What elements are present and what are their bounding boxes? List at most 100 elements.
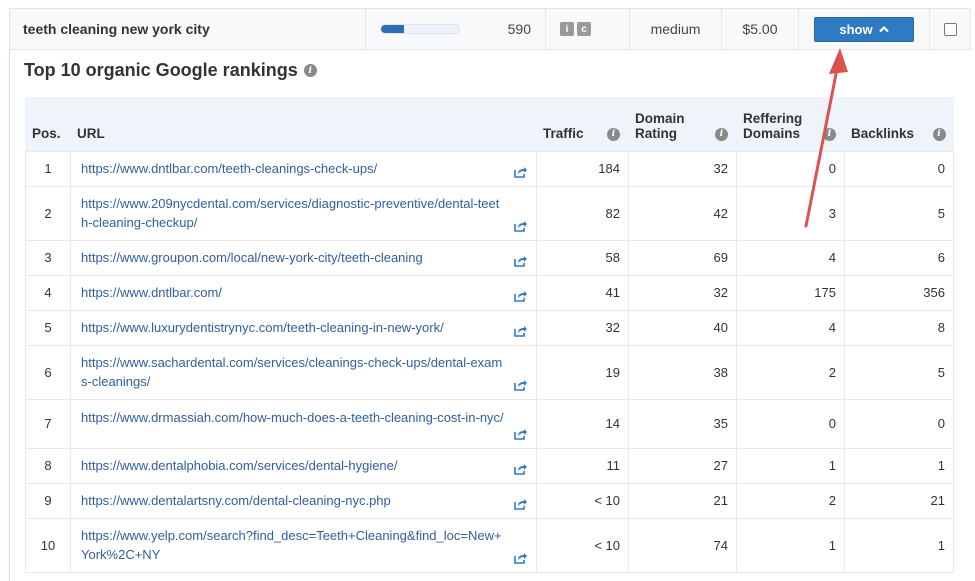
external-link-icon[interactable]: [514, 379, 527, 391]
cell-pos: 5: [25, 309, 71, 346]
external-link-icon[interactable]: [514, 290, 527, 302]
select-checkbox[interactable]: [943, 22, 957, 36]
cell-url: https://www.drmassiah.com/how-much-does-…: [70, 398, 537, 449]
url-link[interactable]: https://www.drmassiah.com/how-much-does-…: [81, 410, 504, 425]
external-link-icon[interactable]: [514, 463, 527, 475]
intent-tag-commercial: c: [577, 22, 591, 36]
info-icon[interactable]: i: [715, 127, 728, 141]
cell-pos: 10: [25, 517, 71, 573]
cell-traffic: < 10: [536, 517, 629, 573]
cell-backlinks: 5: [844, 344, 954, 400]
keyword-name: teeth cleaning new york city: [10, 9, 366, 49]
cell-traffic: 184: [536, 150, 629, 187]
cell-referring-domains: 3: [736, 185, 845, 241]
header-pos: Pos.: [25, 97, 71, 151]
cell-domain-rating: 69: [628, 239, 737, 276]
cell-backlinks: 1: [844, 517, 954, 573]
cell-domain-rating: 74: [628, 517, 737, 573]
url-link[interactable]: https://www.luxurydentistrynyc.com/teeth…: [81, 320, 444, 335]
cell-url: https://www.dentalphobia.com/services/de…: [70, 447, 537, 484]
cell-traffic: < 10: [536, 482, 629, 519]
cell-traffic: 82: [536, 185, 629, 241]
cell-pos: 2: [25, 185, 71, 241]
info-icon[interactable]: i: [823, 127, 836, 141]
show-button[interactable]: show: [814, 16, 914, 42]
cell-pos: 7: [25, 398, 71, 449]
external-link-icon[interactable]: [514, 552, 527, 564]
url-link[interactable]: https://www.dentalphobia.com/services/de…: [81, 458, 398, 473]
cell-referring-domains: 2: [736, 482, 845, 519]
table-row: 8 https://www.dentalphobia.com/services/…: [25, 447, 954, 484]
cell-pos: 8: [25, 447, 71, 484]
cell-url: https://www.groupon.com/local/new-york-c…: [70, 239, 537, 276]
cpc: $5.00: [722, 9, 799, 49]
show-button-label: show: [839, 21, 873, 37]
cell-url: https://www.dentalartsny.com/dental-clea…: [70, 482, 537, 519]
external-link-icon[interactable]: [514, 325, 527, 337]
cell-referring-domains: 175: [736, 274, 845, 311]
table-row: 7 https://www.drmassiah.com/how-much-doe…: [25, 398, 954, 449]
cell-referring-domains: 0: [736, 150, 845, 187]
url-link[interactable]: https://www.dntlbar.com/: [81, 285, 222, 300]
cell-traffic: 41: [536, 274, 629, 311]
panel-title-text: Top 10 organic Google rankings: [24, 60, 298, 80]
table-row: 3 https://www.groupon.com/local/new-york…: [25, 239, 954, 276]
external-link-icon[interactable]: [514, 220, 527, 232]
cell-backlinks: 1: [844, 447, 954, 484]
cell-domain-rating: 42: [628, 185, 737, 241]
cell-pos: 3: [25, 239, 71, 276]
cell-backlinks: 0: [844, 150, 954, 187]
cell-traffic: 58: [536, 239, 629, 276]
cell-pos: 6: [25, 344, 71, 400]
external-link-icon[interactable]: [514, 498, 527, 510]
external-link-icon[interactable]: [514, 428, 527, 440]
rankings-table: Pos. URL Traffic i Domain Rating i Refferin…: [25, 97, 954, 573]
cell-url: https://www.dntlbar.com/: [70, 274, 537, 311]
cell-domain-rating: 38: [628, 344, 737, 400]
table-row: 2 https://www.209nycdental.com/services/…: [25, 185, 954, 241]
cell-traffic: 32: [536, 309, 629, 346]
cell-domain-rating: 32: [628, 150, 737, 187]
info-icon[interactable]: i: [303, 64, 317, 77]
cell-pos: 9: [25, 482, 71, 519]
url-link[interactable]: https://www.dentalartsny.com/dental-clea…: [81, 493, 391, 508]
table-row: 6 https://www.sachardental.com/services/…: [25, 344, 954, 400]
cell-traffic: 11: [536, 447, 629, 484]
info-icon[interactable]: i: [932, 127, 946, 141]
cell-backlinks: 356: [844, 274, 954, 311]
table-row: 10 https://www.yelp.com/search?find_desc…: [25, 517, 954, 573]
cell-backlinks: 6: [844, 239, 954, 276]
url-link[interactable]: https://www.yelp.com/search?find_desc=Te…: [81, 528, 502, 562]
url-link[interactable]: https://www.dntlbar.com/teeth-cleanings-…: [81, 161, 377, 176]
cell-url: https://www.yelp.com/search?find_desc=Te…: [70, 517, 537, 573]
url-link[interactable]: https://www.sachardental.com/services/cl…: [81, 355, 502, 389]
url-link[interactable]: https://www.groupon.com/local/new-york-c…: [81, 250, 423, 265]
cell-referring-domains: 1: [736, 447, 845, 484]
url-link[interactable]: https://www.209nycdental.com/services/di…: [81, 196, 499, 230]
external-link-icon[interactable]: [514, 166, 527, 178]
cell-backlinks: 21: [844, 482, 954, 519]
info-icon[interactable]: i: [607, 127, 620, 141]
cell-url: https://www.209nycdental.com/services/di…: [70, 185, 537, 241]
table-row: 5 https://www.luxurydentistrynyc.com/tee…: [25, 309, 954, 346]
table-row: 1 https://www.dntlbar.com/teeth-cleaning…: [25, 150, 954, 187]
select-cell: [930, 9, 970, 49]
header-traffic: Traffic i: [536, 97, 629, 151]
header-backlinks: Backlinks i: [844, 97, 954, 151]
cell-url: https://www.sachardental.com/services/cl…: [70, 344, 537, 400]
keyword-row: teeth cleaning new york city 590 i c med…: [9, 8, 971, 50]
show-cell: show: [799, 9, 930, 49]
panel-title: Top 10 organic Google rankings i: [24, 60, 317, 81]
cell-backlinks: 8: [844, 309, 954, 346]
cell-backlinks: 0: [844, 398, 954, 449]
volume-value: 590: [507, 21, 531, 37]
competition: medium: [630, 9, 722, 49]
cell-backlinks: 5: [844, 185, 954, 241]
cell-domain-rating: 21: [628, 482, 737, 519]
volume-bar-fill: [381, 25, 405, 33]
cell-url: https://www.dntlbar.com/teeth-cleanings-…: [70, 150, 537, 187]
volume-bar: [380, 24, 460, 34]
header-referring-domains: Reffering Domains i: [736, 97, 845, 151]
external-link-icon[interactable]: [514, 255, 527, 267]
cell-traffic: 14: [536, 398, 629, 449]
